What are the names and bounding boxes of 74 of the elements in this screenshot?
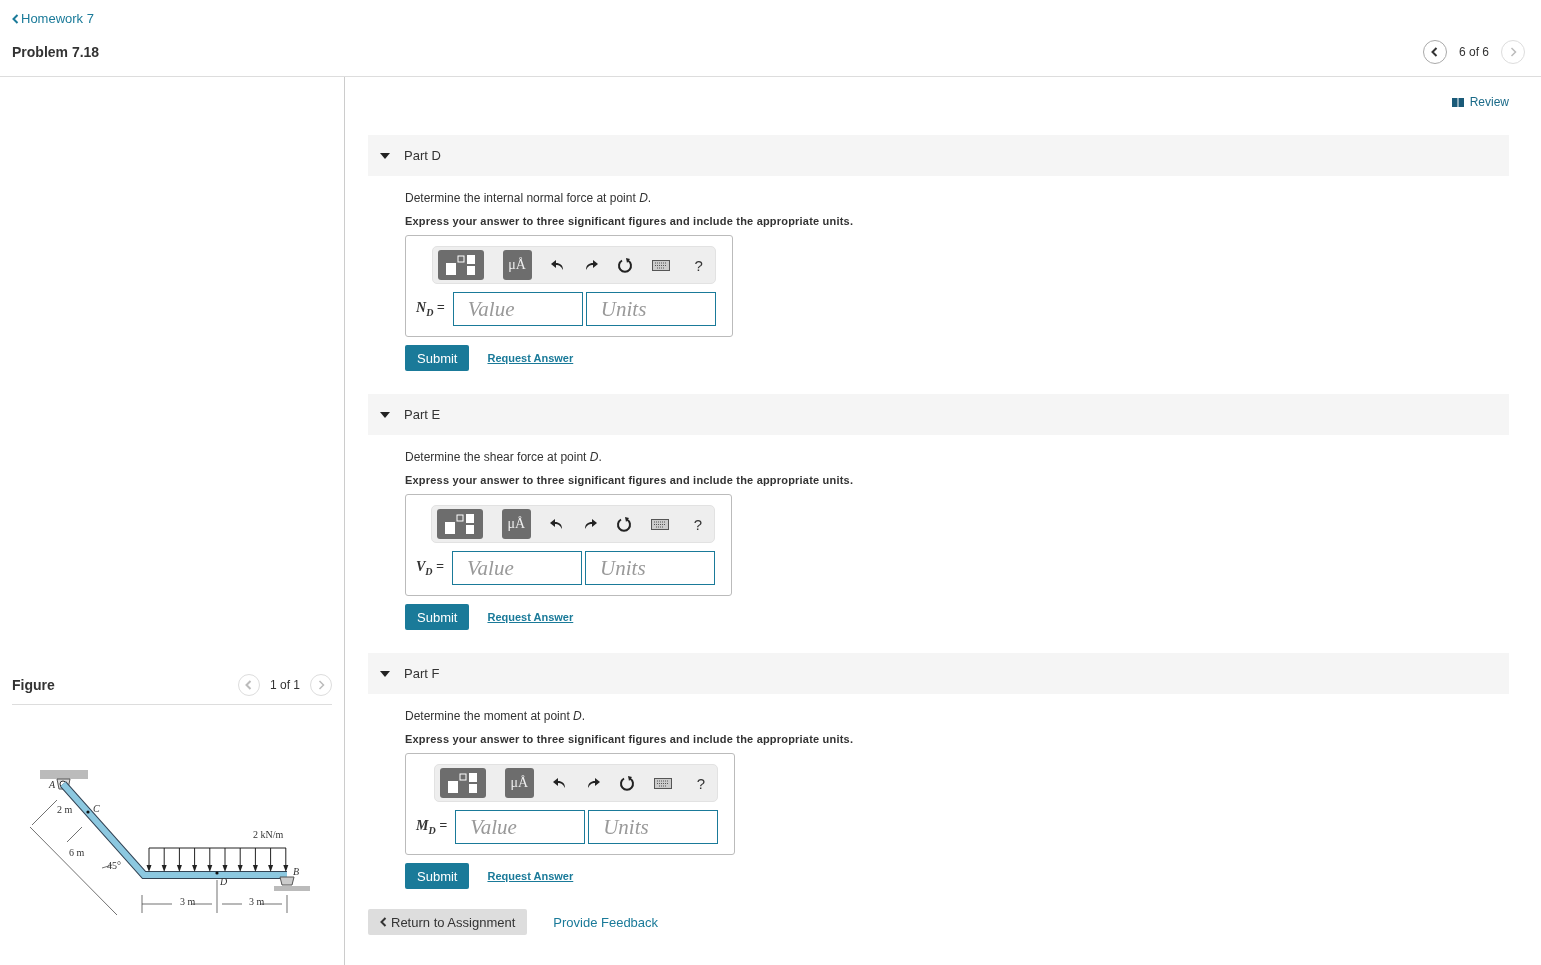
figure-label: 3 m (180, 896, 196, 907)
value-input[interactable]: Value (452, 551, 583, 585)
part-title: Part E (404, 407, 441, 422)
request-answer-link[interactable]: Request Answer (487, 611, 574, 623)
back-link[interactable]: Homework 7 (12, 11, 100, 26)
help-button[interactable]: ? (690, 774, 706, 792)
figure-label: D (220, 876, 228, 887)
reset-icon[interactable] (616, 257, 633, 273)
help-button[interactable]: ? (687, 515, 703, 533)
figure-counter: 1 of 1 (269, 678, 300, 692)
undo-icon[interactable] (552, 777, 567, 789)
undo-icon[interactable] (549, 518, 564, 530)
undo-icon[interactable] (550, 259, 565, 271)
keyboard-icon[interactable] (651, 259, 670, 271)
chevron-left-icon (12, 13, 19, 24)
chevron-left-icon (245, 680, 253, 690)
submit-button[interactable]: Submit (405, 604, 470, 630)
figure-label: A (49, 779, 56, 790)
units-input[interactable]: Units (585, 292, 716, 326)
reset-icon[interactable] (618, 775, 635, 791)
keyboard-icon[interactable] (653, 777, 672, 789)
units-button[interactable]: μÅ (502, 250, 532, 280)
previous-button[interactable] (1422, 40, 1447, 64)
figure-label: B (293, 866, 300, 877)
reset-icon[interactable] (615, 516, 632, 532)
figure-label: 45° (107, 860, 121, 871)
part-header[interactable]: Part E (368, 394, 1509, 435)
units-input[interactable]: Units (588, 810, 719, 844)
chevron-left-icon (1431, 47, 1439, 57)
request-answer-link[interactable]: Request Answer (487, 870, 574, 882)
problem-title: Problem 7.18 (12, 44, 100, 60)
figure-label: C (93, 803, 100, 814)
units-button[interactable]: μÅ (504, 768, 534, 798)
units-button[interactable]: μÅ (501, 509, 531, 539)
request-answer-link[interactable]: Request Answer (487, 352, 574, 364)
review-link[interactable]: Review (1451, 95, 1509, 109)
redo-icon[interactable] (585, 777, 600, 789)
template-button[interactable] (439, 768, 486, 798)
page-counter: 6 of 6 (1458, 45, 1489, 59)
template-button[interactable] (437, 250, 484, 280)
figure-title: Figure (12, 677, 55, 693)
submit-button[interactable]: Submit (405, 863, 470, 889)
chevron-right-icon (1509, 47, 1517, 57)
book-icon (1451, 97, 1464, 107)
submit-button[interactable]: Submit (405, 345, 470, 371)
value-input[interactable]: Value (455, 810, 586, 844)
instruction-text: Express your answer to three significant figures and include the appropriate units. (405, 474, 855, 486)
figure-label: 3 m (249, 896, 265, 907)
part-header[interactable]: Part D (368, 135, 1509, 176)
redo-icon[interactable] (582, 518, 597, 530)
figure-label: 2 kN/m (253, 829, 284, 840)
part-title: Part D (404, 148, 441, 163)
question-text: Determine the shear force at point D. (405, 450, 603, 464)
keyboard-icon[interactable] (650, 518, 669, 530)
question-text: Determine the internal normal force at point D. (405, 191, 653, 205)
help-button[interactable]: ? (688, 256, 703, 274)
return-button[interactable]: Return to Assignment (368, 909, 528, 935)
figure-label: 6 m (69, 847, 85, 858)
units-input[interactable]: Units (585, 551, 716, 585)
chevron-left-icon (380, 917, 387, 927)
figure-label: 2 m (57, 804, 73, 815)
answer-label: N$_{D}$ = (416, 300, 445, 318)
question-text: Determine the moment at point D. (405, 709, 587, 723)
template-button[interactable] (436, 509, 483, 539)
answer-label: M$_{D}$ = (416, 818, 448, 836)
part-title: Part F (404, 666, 440, 681)
instruction-text: Express your answer to three significant figures and include the appropriate units. (405, 733, 855, 745)
part-header[interactable]: Part F (368, 653, 1509, 694)
chevron-right-icon (317, 680, 325, 690)
answer-label: V$_{D}$ = (416, 559, 445, 577)
value-input[interactable]: Value (452, 292, 583, 326)
instruction-text: Express your answer to three significant figures and include the appropriate units. (405, 215, 855, 227)
feedback-link[interactable]: Provide Feedback (553, 914, 659, 930)
redo-icon[interactable] (583, 259, 598, 271)
